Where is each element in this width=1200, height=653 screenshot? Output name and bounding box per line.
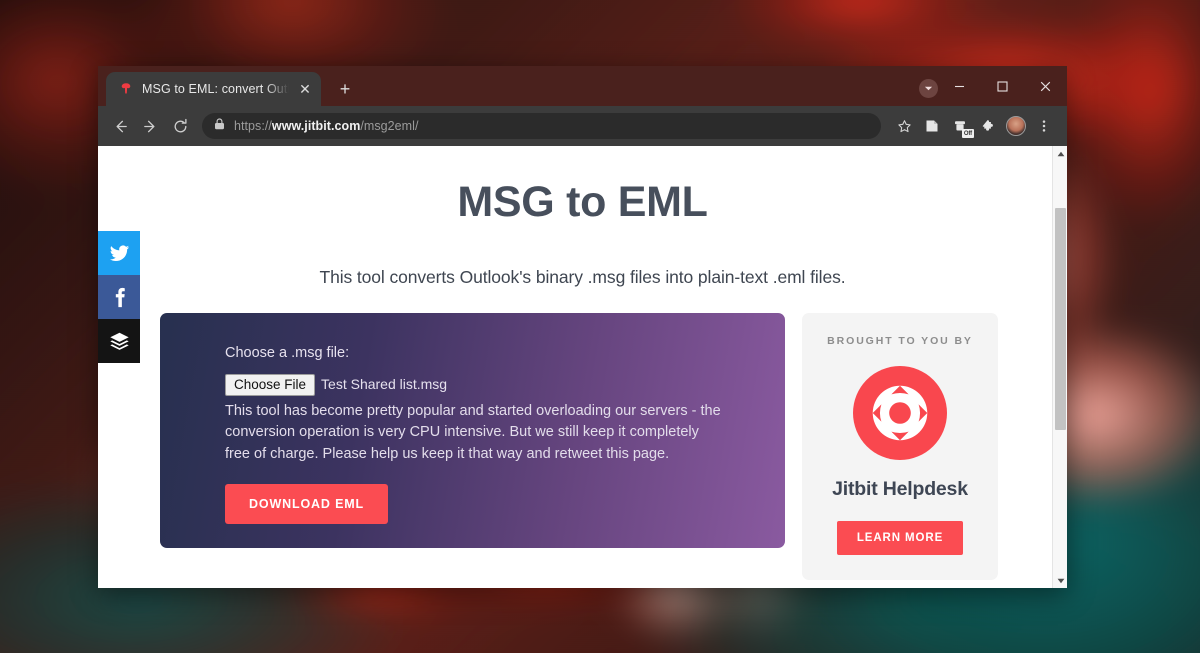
forward-arrow-icon[interactable] xyxy=(136,112,164,140)
scroll-down-arrow-icon[interactable] xyxy=(1053,573,1067,588)
page-body: MSG to EML This tool converts Outlook's … xyxy=(98,146,1067,580)
minimize-icon[interactable] xyxy=(938,73,981,99)
new-tab-button[interactable]: + xyxy=(331,75,359,103)
page-scrollbar[interactable] xyxy=(1052,146,1067,588)
browser-window: MSG to EML: convert Outlook .ms ✕ + xyxy=(98,66,1067,588)
url-text: https://www.jitbit.com/msg2eml/ xyxy=(234,119,418,133)
content-row: Choose a .msg file: Choose File Test Sha… xyxy=(160,313,1067,580)
share-more-button[interactable] xyxy=(98,319,140,363)
sponsor-card: BROUGHT TO YOU BY Jitbit Helpdesk LEARN … xyxy=(802,313,998,580)
scroll-up-arrow-icon[interactable] xyxy=(1053,146,1067,161)
address-bar[interactable]: https://www.jitbit.com/msg2eml/ xyxy=(202,113,881,139)
file-input-row[interactable]: Choose File Test Shared list.msg xyxy=(225,373,785,396)
extension-off-badge: Off xyxy=(961,129,974,138)
desktop: MSG to EML: convert Outlook .ms ✕ + xyxy=(0,0,1200,653)
back-arrow-icon[interactable] xyxy=(106,112,134,140)
social-share-rail xyxy=(98,231,140,363)
browser-toolbar: https://www.jitbit.com/msg2eml/ Off xyxy=(98,106,1067,146)
facebook-icon xyxy=(115,287,125,307)
close-icon[interactable] xyxy=(1024,73,1067,99)
download-eml-button[interactable]: DOWNLOAD EML xyxy=(225,483,389,524)
window-controls xyxy=(938,73,1067,99)
twitter-share-button[interactable] xyxy=(98,231,140,275)
tabstrip-profile-chip[interactable] xyxy=(919,79,938,98)
reading-list-icon[interactable] xyxy=(919,113,945,139)
choose-file-button[interactable]: Choose File xyxy=(225,373,316,396)
sponsor-name: Jitbit Helpdesk xyxy=(832,478,968,500)
tab-strip: MSG to EML: convert Outlook .ms ✕ + xyxy=(98,66,1067,106)
reload-icon[interactable] xyxy=(166,112,194,140)
learn-more-button[interactable]: LEARN MORE xyxy=(836,521,964,555)
jitbit-lifebuoy-logo xyxy=(853,366,947,460)
choose-file-label: Choose a .msg file: xyxy=(225,345,350,361)
selected-file-name: Test Shared list.msg xyxy=(321,376,448,393)
lock-icon xyxy=(214,117,225,135)
scrollbar-thumb[interactable] xyxy=(1055,208,1066,430)
chrome-menu-icon[interactable] xyxy=(1031,113,1057,139)
page-title: MSG to EML xyxy=(457,178,708,226)
maximize-icon[interactable] xyxy=(981,73,1024,99)
url-scheme: https:// xyxy=(234,119,272,133)
layers-stack-icon xyxy=(109,332,129,350)
converter-card: Choose a .msg file: Choose File Test Sha… xyxy=(160,313,785,548)
page-subtitle: This tool converts Outlook's binary .msg… xyxy=(319,267,846,287)
facebook-share-button[interactable] xyxy=(98,275,140,319)
url-host: www.jitbit.com xyxy=(271,119,361,133)
lifebuoy-favicon xyxy=(118,81,134,97)
converter-note: This tool has become pretty popular and … xyxy=(225,402,721,462)
bookmark-star-icon[interactable] xyxy=(891,113,917,139)
tab-close-icon[interactable]: ✕ xyxy=(297,81,313,97)
avatar xyxy=(1006,116,1026,136)
browser-tab[interactable]: MSG to EML: convert Outlook .ms ✕ xyxy=(106,72,321,106)
url-path: /msg2eml/ xyxy=(360,119,419,133)
extensions-puzzle-icon[interactable] xyxy=(975,113,1001,139)
extension-off-icon[interactable]: Off xyxy=(947,113,974,139)
sponsor-kicker: BROUGHT TO YOU BY xyxy=(827,335,973,347)
tab-title: MSG to EML: convert Outlook .ms xyxy=(142,82,289,96)
profile-avatar-icon[interactable] xyxy=(1003,113,1029,139)
page-viewport: MSG to EML This tool converts Outlook's … xyxy=(98,146,1067,588)
twitter-icon xyxy=(109,244,129,261)
